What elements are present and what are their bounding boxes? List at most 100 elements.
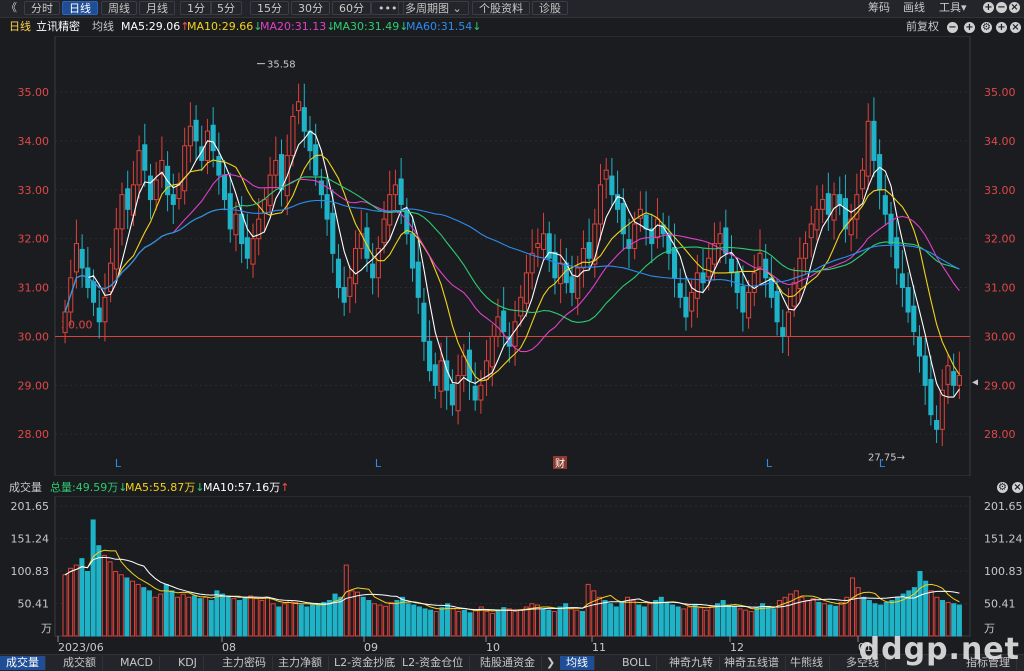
volume-bar-up <box>647 603 653 637</box>
overlay-tab-4[interactable]: 牛熊线 <box>784 656 830 670</box>
overlay-tab-1[interactable]: BOLL <box>616 656 658 670</box>
candle-down <box>472 385 478 401</box>
candle-up <box>956 375 962 386</box>
x-tick-label: 11 <box>592 641 606 654</box>
volume-bar-up <box>512 611 518 637</box>
close-panel-icon[interactable]: × <box>1010 22 1021 33</box>
candle-up <box>153 179 159 201</box>
indicator-tab-3[interactable]: KDJ <box>172 656 204 670</box>
volume-bar-up <box>535 604 541 637</box>
add-icon[interactable]: + <box>983 2 994 13</box>
candle-down <box>244 237 250 259</box>
volume-bar-up <box>107 561 113 637</box>
overlay-tab-3[interactable]: 神奇五线谱 <box>718 656 786 670</box>
price-chart[interactable]: 35.00 35.00 34.00 34.00 33.00 33.00 32.00 32.00… <box>0 36 1024 476</box>
volume-bar-down <box>889 600 895 637</box>
volume-bar-down <box>940 600 946 637</box>
volume-bar-up <box>574 609 580 637</box>
zoom-out-icon[interactable]: − <box>947 22 958 33</box>
candle-down <box>922 355 928 386</box>
price-tick-label-left: 34.00 <box>18 135 50 148</box>
volume-bar-up <box>118 574 124 637</box>
volume-ma5: MA5:55.87万↓ <box>125 481 205 494</box>
tab-3[interactable]: 月线 <box>139 1 175 15</box>
volume-bar-down <box>664 601 670 637</box>
chips-button[interactable]: 筹码 <box>868 1 890 15</box>
candle-down <box>837 194 843 205</box>
settings-icon[interactable]: ⚙ <box>981 22 992 33</box>
volume-chart[interactable]: 201.65 201.65 151.24 151.24 100.83 100.83 50.4… <box>0 496 1024 654</box>
indicator-tab-8[interactable]: 陆股通资金 <box>474 656 542 670</box>
tab-4[interactable]: 1分 <box>180 1 212 15</box>
volume-bar-down <box>580 611 586 637</box>
candle-up <box>689 291 695 312</box>
price-tick-label-right: 34.00 <box>984 135 1016 148</box>
candle-up <box>113 228 119 270</box>
volume-settings-icon[interactable]: ⚙ <box>997 482 1008 493</box>
tab-2[interactable]: 周线 <box>101 1 137 15</box>
volume-bar-up <box>810 598 816 637</box>
tab-5[interactable]: 5分 <box>210 1 242 15</box>
tab-11[interactable]: 个股资料 <box>472 1 530 15</box>
minus-icon[interactable]: − <box>996 2 1007 13</box>
scroll-right-icon[interactable]: ❯ <box>540 656 563 670</box>
candle-up <box>580 247 586 269</box>
candle-up <box>797 257 803 290</box>
x-tick-label: 08 <box>222 641 236 654</box>
candle-down <box>398 178 404 205</box>
volume-bar-down <box>242 596 248 637</box>
candle-down <box>871 120 877 161</box>
volume-tick-label-left: 201.65 <box>11 500 50 513</box>
back-icon[interactable]: 《 <box>6 1 17 15</box>
volume-bar-down <box>715 603 721 637</box>
volume-bar-up <box>186 596 192 637</box>
indicator-tab-0[interactable]: 成交量 <box>0 656 46 670</box>
candle-down <box>79 248 85 269</box>
volume-bar-down <box>653 600 659 637</box>
tools-button[interactable]: 工具▾ <box>939 1 967 15</box>
volume-bar-down <box>861 596 867 637</box>
tab-10[interactable]: 多周期图 ⌄ <box>398 1 469 15</box>
close-icon[interactable]: × <box>1009 2 1020 13</box>
candle-up <box>347 277 353 297</box>
tab-8[interactable]: 60分 <box>332 1 371 15</box>
candle-down <box>221 174 228 201</box>
candle-down <box>307 130 313 152</box>
l-marker: L <box>375 457 382 470</box>
tab-12[interactable]: 诊股 <box>532 1 568 15</box>
volume-bar-down <box>726 604 732 637</box>
indicator-tab-2[interactable]: MACD <box>114 656 160 670</box>
volume-bar-down <box>833 605 839 637</box>
indicator-tab-6[interactable]: L2-资金抄底 <box>328 656 403 670</box>
draw-button[interactable]: 画线 <box>903 1 925 15</box>
volume-close-icon[interactable]: × <box>1012 482 1023 493</box>
candle-up <box>392 184 398 196</box>
tab-1[interactable]: 日线 <box>62 1 98 15</box>
ma-label[interactable]: 均线 <box>92 18 114 36</box>
tab-0[interactable]: 分时 <box>24 1 60 15</box>
candle-up <box>945 365 951 385</box>
overlay-tab-0[interactable]: 均线 <box>560 656 595 670</box>
indicator-tab-4[interactable]: 主力密码 <box>216 656 273 670</box>
candle-up <box>540 233 547 250</box>
adjust-button[interactable]: 前复权 <box>906 18 939 36</box>
candle-up <box>62 311 68 334</box>
tab-6[interactable]: 15分 <box>250 1 289 15</box>
candle-down <box>335 258 342 289</box>
candle-down <box>825 193 831 215</box>
volume-total: 总量:49.59万↓ <box>50 481 128 494</box>
volume-bar-up <box>478 606 484 637</box>
candle-up <box>273 159 279 176</box>
indicator-tab-5[interactable]: 主力净额 <box>272 656 329 670</box>
indicator-tab-7[interactable]: L2-资金仓位 <box>396 656 471 670</box>
volume-bar-down <box>883 601 889 637</box>
candle-down <box>193 119 199 142</box>
indicator-tab-1[interactable]: 成交额 <box>57 656 103 670</box>
overlay-tab-2[interactable]: 神奇九转 <box>663 656 720 670</box>
zoom-in-icon[interactable]: + <box>964 22 975 33</box>
candle-down <box>774 290 780 323</box>
candle-down <box>643 214 649 230</box>
candle-up <box>387 194 393 226</box>
add-indicator-icon[interactable]: + <box>996 22 1007 33</box>
tab-7[interactable]: 30分 <box>291 1 330 15</box>
